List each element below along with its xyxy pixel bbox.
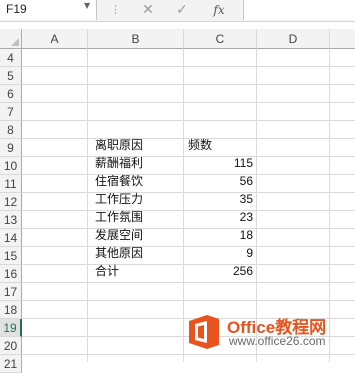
row-header[interactable]: 18 (0, 301, 22, 319)
formula-bar: F19 ▼ ⋮ ✕ ✓ fx (0, 0, 355, 22)
row-header[interactable]: 20 (0, 337, 22, 355)
cancel-icon[interactable]: ✕ (140, 1, 156, 19)
row-header[interactable]: 13 (0, 211, 22, 229)
table-header-reason[interactable]: 离职原因 (93, 137, 183, 153)
count-cell[interactable]: 9 (184, 245, 257, 261)
column-header-b[interactable]: B (88, 29, 184, 49)
column-header-a[interactable]: A (22, 29, 88, 49)
row-header[interactable]: 6 (0, 85, 22, 103)
reason-cell[interactable]: 薪酬福利 (93, 155, 183, 171)
row-header[interactable]: 15 (0, 247, 22, 265)
row-header[interactable]: 16 (0, 265, 22, 283)
row-header[interactable]: 12 (0, 193, 22, 211)
drag-handle-icon[interactable]: ⋮ (110, 2, 121, 18)
column-header-c[interactable]: C (184, 29, 257, 49)
reason-cell[interactable]: 合计 (93, 263, 183, 279)
row-header[interactable]: 11 (0, 175, 22, 193)
count-cell[interactable]: 18 (184, 227, 257, 243)
reason-cell[interactable]: 其他原因 (93, 245, 183, 261)
row-header[interactable]: 7 (0, 103, 22, 121)
chevron-down-icon[interactable]: ▼ (84, 1, 94, 17)
table-header-count[interactable]: 频数 (186, 137, 256, 153)
row-header[interactable]: 9 (0, 139, 22, 157)
formula-input[interactable] (243, 0, 355, 20)
watermark: Office教程网 www.office26.com (187, 312, 355, 352)
row-header[interactable]: 19 (0, 319, 22, 337)
name-box-value: F19 (6, 2, 27, 16)
column-header-d[interactable]: D (257, 29, 330, 49)
count-cell[interactable]: 115 (184, 155, 257, 171)
row-header[interactable]: 10 (0, 157, 22, 175)
enter-icon[interactable]: ✓ (174, 1, 190, 19)
office-logo-icon (189, 315, 219, 349)
row-header[interactable]: 14 (0, 229, 22, 247)
reason-cell[interactable]: 发展空间 (93, 227, 183, 243)
reason-cell[interactable]: 住宿餐饮 (93, 173, 183, 189)
count-cell[interactable]: 23 (184, 209, 257, 225)
reason-cell[interactable]: 工作氛围 (93, 209, 183, 225)
row-header[interactable]: 17 (0, 283, 22, 301)
column-header-e[interactable] (330, 29, 355, 49)
fx-icon[interactable]: fx (211, 1, 227, 19)
count-cell[interactable]: 56 (184, 173, 257, 189)
count-cell[interactable]: 256 (184, 263, 257, 279)
reason-cell[interactable]: 工作压力 (93, 191, 183, 207)
select-all-button[interactable] (0, 29, 22, 49)
select-all-icon (11, 38, 19, 46)
watermark-url: www.office26.com (229, 334, 326, 348)
row-header[interactable]: 8 (0, 121, 22, 139)
count-cell[interactable]: 35 (184, 191, 257, 207)
row-header[interactable]: 4 (0, 49, 22, 67)
name-box[interactable]: F19 ▼ (0, 0, 97, 20)
row-header[interactable]: 5 (0, 67, 22, 85)
row-header[interactable]: 21 (0, 355, 22, 373)
